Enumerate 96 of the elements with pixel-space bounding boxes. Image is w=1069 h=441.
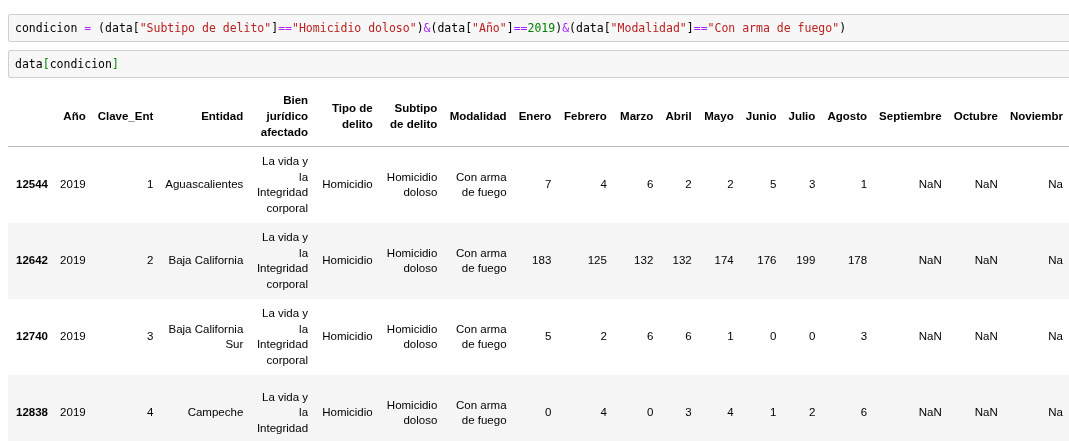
column-header: Agosto [821, 86, 874, 147]
table-cell: 0 [782, 299, 822, 375]
table-cell: 2019 [53, 375, 92, 441]
table-cell: Homicidio [314, 223, 379, 299]
column-header: Entidad [159, 86, 250, 147]
table-cell: 125 [557, 223, 613, 299]
table-cell: Homicidio [314, 299, 379, 375]
table-cell: NaN [873, 223, 948, 299]
table-cell: 2 [659, 146, 698, 223]
table-cell: La vida y la Integridad [249, 375, 315, 441]
table-cell: NaN [873, 299, 948, 375]
table-cell: Con arma de fuego [443, 223, 513, 299]
code-cell[interactable]: condicion = (data["Subtipo de delito"]=="Homicidio doloso")&(data["Año"]==2019)&(data["Modalidad"]=="Con arma de fuego") [8, 14, 1069, 42]
table-cell: 2 [782, 375, 822, 441]
table-cell: Na [1003, 299, 1069, 375]
table-cell: 6 [659, 299, 698, 375]
table-cell: 174 [697, 223, 740, 299]
table-cell: 1 [739, 375, 783, 441]
table-cell: 0 [612, 375, 660, 441]
table-cell: 2019 [53, 299, 92, 375]
column-header: Subtipo de delito [378, 86, 444, 147]
table-cell: Na [1003, 375, 1069, 441]
table-cell: NaN [947, 223, 1004, 299]
table-cell: 7 [512, 146, 558, 223]
column-header: Marzo [612, 86, 660, 147]
column-header: Octubre [947, 86, 1004, 147]
column-header: Febrero [557, 86, 613, 147]
table-cell: 0 [739, 299, 783, 375]
column-header: Mayo [697, 86, 740, 147]
column-header: Clave_Ent [91, 86, 160, 147]
table-cell: 132 [612, 223, 660, 299]
code-cell[interactable]: data[condicion] [8, 50, 1069, 78]
table-cell: 199 [782, 223, 822, 299]
table-cell: 5 [512, 299, 558, 375]
table-cell: La vida y la Integridad corporal [249, 299, 315, 375]
table-cell: NaN [947, 299, 1004, 375]
table-cell: 176 [739, 223, 783, 299]
table-cell: 5 [739, 146, 783, 223]
table-cell: Con arma de fuego [443, 299, 513, 375]
table-cell: Baja California [159, 223, 250, 299]
table-cell: 6 [821, 375, 874, 441]
table-cell: La vida y la Integridad corporal [249, 223, 315, 299]
table-cell: Campeche [159, 375, 250, 441]
table-cell: 178 [821, 223, 874, 299]
table-cell: Na [1003, 223, 1069, 299]
row-index: 12544 [8, 146, 54, 223]
table-cell: Na [1003, 146, 1069, 223]
table-cell: 3 [821, 299, 874, 375]
table-cell: 1 [697, 299, 740, 375]
table-cell: Homicidio [314, 375, 379, 441]
table-cell: 3 [659, 375, 698, 441]
table-cell: 183 [512, 223, 558, 299]
table-cell: Aguascalientes [159, 146, 250, 223]
table-cell: Homicidio doloso [378, 299, 444, 375]
table-cell: Homicidio doloso [378, 223, 444, 299]
column-header: Modalidad [443, 86, 513, 147]
column-header: Bien jurídico afectado [249, 86, 315, 147]
table-cell: 4 [557, 146, 613, 223]
table-cell: 6 [612, 146, 660, 223]
table-cell: 4 [557, 375, 613, 441]
table-cell: 1 [821, 146, 874, 223]
row-index: 12838 [8, 375, 54, 441]
table-cell: 2 [91, 223, 160, 299]
column-header: Noviembr [1003, 86, 1069, 147]
table-cell: 4 [91, 375, 160, 441]
table-cell: Homicidio doloso [378, 375, 444, 441]
column-header: Julio [782, 86, 822, 147]
table-cell: 3 [782, 146, 822, 223]
table-cell: La vida y la Integridad corporal [249, 146, 315, 223]
table-cell: NaN [873, 146, 948, 223]
column-header: Septiembre [873, 86, 948, 147]
table-cell: 2 [697, 146, 740, 223]
row-index: 12740 [8, 299, 54, 375]
column-header: Tipo de delito [314, 86, 379, 147]
table-cell: 6 [612, 299, 660, 375]
table-cell: 1 [91, 146, 160, 223]
row-index: 12642 [8, 223, 54, 299]
column-header: Junio [739, 86, 783, 147]
table-cell: 2019 [53, 223, 92, 299]
column-header: Año [53, 86, 92, 147]
table-cell: 4 [697, 375, 740, 441]
table-cell: 2019 [53, 146, 92, 223]
table-cell: NaN [947, 375, 1004, 441]
table-cell: Con arma de fuego [443, 375, 513, 441]
column-header: Abril [659, 86, 698, 147]
table-cell: 2 [557, 299, 613, 375]
table-cell: NaN [947, 146, 1004, 223]
column-header: Enero [512, 86, 558, 147]
table-cell: Baja California Sur [159, 299, 250, 375]
table-cell: Homicidio [314, 146, 379, 223]
table-cell: Homicidio doloso [378, 146, 444, 223]
table-cell: NaN [873, 375, 948, 441]
table-cell: 3 [91, 299, 160, 375]
table-cell: Con arma de fuego [443, 146, 513, 223]
table-cell: 0 [512, 375, 558, 441]
table-cell: 132 [659, 223, 698, 299]
